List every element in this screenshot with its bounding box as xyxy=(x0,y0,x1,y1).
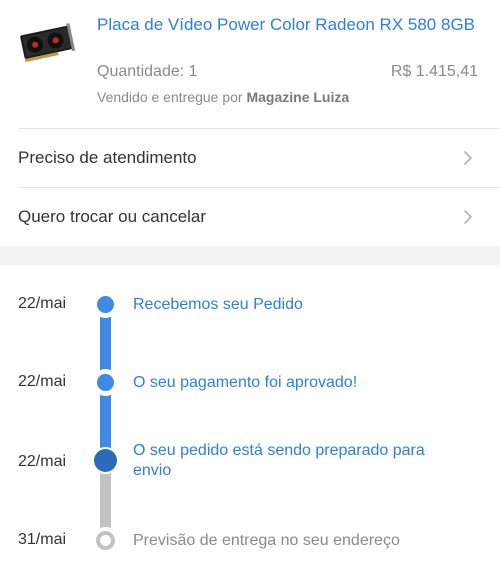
exchange-or-cancel-row[interactable]: Quero trocar ou cancelar xyxy=(0,188,500,246)
order-tracking-timeline: 22/mai Recebemos seu Pedido 22/mai O seu… xyxy=(0,265,500,577)
product-quantity: Quantidade: 1 xyxy=(97,63,198,80)
step-pending-dot-icon xyxy=(92,527,119,554)
need-support-row[interactable]: Preciso de atendimento xyxy=(0,129,500,187)
graphics-card-image[interactable] xyxy=(18,16,78,70)
step-date: 31/mai xyxy=(18,531,67,548)
step-date: 22/mai xyxy=(18,453,67,470)
step-date: 22/mai xyxy=(18,295,67,312)
need-support-label: Preciso de atendimento xyxy=(18,148,197,167)
seller-prefix: Vendido e entregue por xyxy=(97,89,247,105)
step-text: Previsão de entrega no seu endereço xyxy=(133,532,400,549)
step-date: 22/mai xyxy=(18,373,67,390)
step-current-dot-icon xyxy=(92,447,119,474)
step-text: O seu pedido está sendo preparado para e… xyxy=(133,442,425,479)
seller-info: Vendido e entregue por Magazine Luiza xyxy=(97,89,349,105)
seller-name: Magazine Luiza xyxy=(246,89,350,105)
step-text: O seu pagamento foi aprovado! xyxy=(133,374,358,391)
step-done-dot-icon xyxy=(92,291,119,318)
product-title[interactable]: Placa de Vídeo Power Color Radeon RX 580… xyxy=(97,14,477,36)
exchange-or-cancel-label: Quero trocar ou cancelar xyxy=(18,207,207,226)
section-separator xyxy=(0,246,500,265)
chevron-right-icon xyxy=(464,210,472,224)
step-done-dot-icon xyxy=(92,369,119,396)
step-text: Recebemos seu Pedido xyxy=(133,296,303,313)
product-price: R$ 1.415,41 xyxy=(390,63,478,80)
chevron-right-icon xyxy=(464,151,472,165)
order-item: Placa de Vídeo Power Color Radeon RX 580… xyxy=(0,0,500,128)
